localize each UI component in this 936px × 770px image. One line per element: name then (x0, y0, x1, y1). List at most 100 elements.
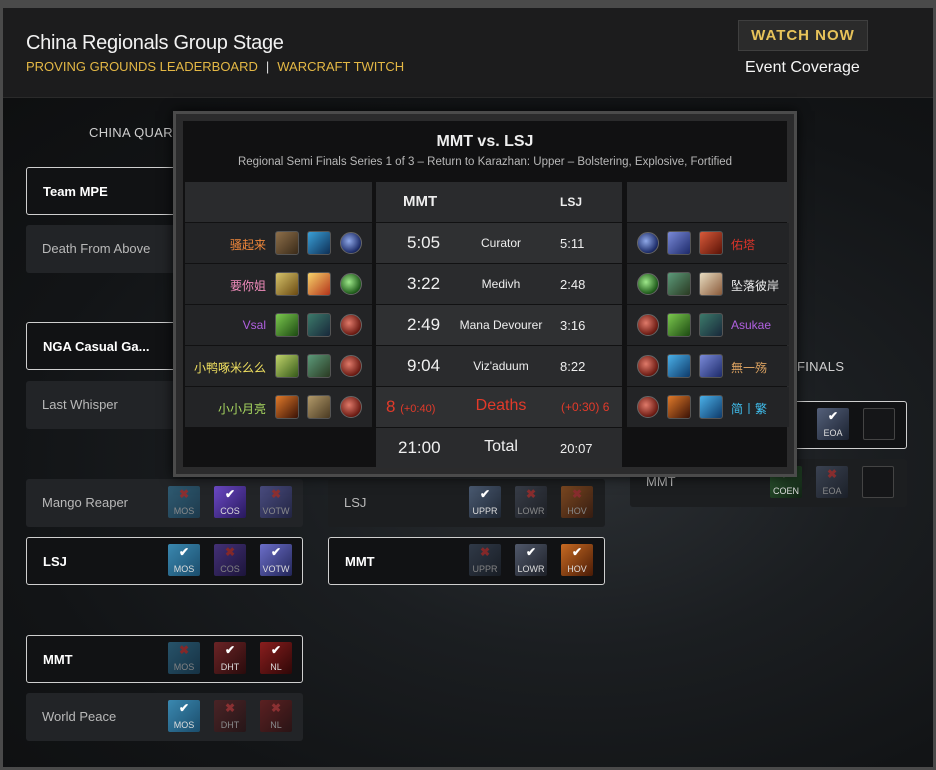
win-check-icon: ✔ (270, 643, 282, 657)
boss-row: 3:22 Medivh 2:48 (376, 264, 622, 304)
role-dps-icon (340, 355, 362, 377)
match-title: MMT vs. LSJ (436, 133, 534, 150)
roster-header (185, 182, 372, 222)
team-card[interactable]: LSJ ✔ MOS ✖ COS ✔ VOTW (26, 537, 303, 585)
spec-icon (275, 313, 299, 337)
team-card[interactable]: MMT ✖ UPPR ✔ LOWR ✔ HOV (328, 537, 605, 585)
win-check-icon: ✔ (827, 409, 839, 423)
spec-icon (275, 354, 299, 378)
team-name: Mango Reaper (42, 495, 128, 510)
team-name: MMT (345, 554, 375, 569)
loss-mark-icon: ✖ (479, 545, 491, 559)
dungeon-badge[interactable]: ✔ NL (260, 642, 292, 674)
dungeon-badge[interactable]: ✖ DHT (214, 700, 246, 732)
player-row[interactable]: Asukae (627, 305, 789, 345)
player-row[interactable]: 佑塔 (627, 223, 789, 263)
spec-icon (275, 231, 299, 255)
loss-mark-icon: ✖ (224, 545, 236, 559)
dungeon-badge[interactable]: ✖ EOA (816, 466, 848, 498)
player-row[interactable]: 小小月亮 (185, 387, 372, 427)
team-card[interactable]: MMT ✖ MOS ✔ DHT ✔ NL (26, 635, 303, 683)
team-name: World Peace (42, 709, 117, 724)
player-row[interactable]: 小鸭啄米么么 (185, 346, 372, 386)
empty-dungeon-slot (863, 408, 895, 440)
team-card[interactable]: World Peace ✔ MOS ✖ DHT ✖ NL (26, 693, 303, 741)
spec-icon (667, 272, 691, 296)
player-name: 小鸭啄米么么 (193, 361, 266, 375)
dungeon-badge[interactable]: ✖ NL (260, 700, 292, 732)
win-check-icon: ✔ (525, 545, 537, 559)
team-name: NGA Casual Ga... (43, 339, 150, 354)
role-dps-icon (637, 396, 659, 418)
loss-mark-icon: ✖ (270, 487, 282, 501)
dungeon-badge[interactable]: ✖ MOS (168, 642, 200, 674)
link-separator: | (265, 59, 270, 74)
deaths-row: 8 (+0:40) Deaths (+0:30) 6 (376, 387, 622, 427)
boss-row: 5:05 Curator 5:11 (376, 223, 622, 263)
dungeon-badge[interactable]: ✔ COS (214, 486, 246, 518)
dungeon-badge[interactable]: ✖ COS (214, 544, 246, 576)
player-row[interactable]: Vsal (185, 305, 372, 345)
player-name: 要你姐 (229, 279, 266, 293)
left-team-label: MMT (403, 193, 438, 210)
dungeon-badge[interactable]: ✔ MOS (168, 544, 200, 576)
player-row[interactable]: 要你姐 (185, 264, 372, 304)
team-card[interactable]: LSJ ✔ UPPR ✖ LOWR ✖ HOV (328, 479, 605, 527)
player-name: 佑塔 (731, 238, 756, 252)
dungeon-badge[interactable]: ✔ EOA (817, 408, 849, 440)
loss-mark-icon: ✖ (525, 487, 537, 501)
player-row[interactable]: 简丨繁 (627, 387, 789, 427)
spec-icon (275, 272, 299, 296)
team-name: Death From Above (42, 241, 151, 256)
dungeon-badge[interactable]: ✔ HOV (561, 544, 593, 576)
dungeon-badge[interactable]: ✖ VOTW (260, 486, 292, 518)
player-name: 坠落彼岸 (731, 279, 780, 293)
dungeon-badge[interactable]: ✔ LOWR (515, 544, 547, 576)
win-check-icon: ✔ (571, 545, 583, 559)
player-row[interactable]: 骚起来 (185, 223, 372, 263)
dungeon-badge[interactable]: ✖ HOV (561, 486, 593, 518)
player-row[interactable]: 無一殇 (627, 346, 789, 386)
quarterfinals-heading: CHINA QUART (89, 125, 181, 140)
dungeon-badge[interactable]: ✔ UPPR (469, 486, 501, 518)
finals-heading: FINALS (797, 359, 845, 374)
spec-icon (667, 395, 691, 419)
player-name: Vsal (242, 318, 266, 332)
team-card[interactable]: Mango Reaper ✖ MOS ✔ COS ✖ VOTW (26, 479, 303, 527)
event-coverage-link[interactable]: Event Coverage (745, 59, 860, 77)
loss-mark-icon: ✖ (178, 643, 190, 657)
watch-now-button[interactable]: WATCH NOW (738, 20, 868, 51)
page-title: China Regionals Group Stage (26, 32, 284, 54)
player-name: 简丨繁 (731, 402, 768, 416)
dungeon-badge[interactable]: ✖ LOWR (515, 486, 547, 518)
player-row[interactable]: 坠落彼岸 (627, 264, 789, 304)
role-healer-icon (340, 273, 362, 295)
role-dps-icon (637, 314, 659, 336)
win-check-icon: ✔ (178, 545, 190, 559)
role-healer-icon (637, 273, 659, 295)
team-name: LSJ (43, 554, 67, 569)
dungeon-badge[interactable]: ✔ VOTW (260, 544, 292, 576)
spec-icon (275, 395, 299, 419)
leaderboard-link[interactable]: PROVING GROUNDS LEADERBOARD (26, 59, 258, 74)
dungeon-badge[interactable]: ✔ MOS (168, 700, 200, 732)
win-check-icon: ✔ (270, 545, 282, 559)
team-name: MMT (43, 652, 73, 667)
twitch-link[interactable]: WARCRAFT TWITCH (277, 59, 404, 74)
role-dps-icon (340, 396, 362, 418)
total-row: 21:00 Total 20:07 (376, 428, 622, 468)
spec-icon (667, 231, 691, 255)
team-name: Last Whisper (42, 397, 118, 412)
boss-row: 2:49 Mana Devourer 3:16 (376, 305, 622, 345)
dungeon-badge[interactable]: ✖ MOS (168, 486, 200, 518)
spell-icon (307, 395, 331, 419)
dungeon-badge[interactable]: ✖ UPPR (469, 544, 501, 576)
dungeon-badge[interactable]: ✔ DHT (214, 642, 246, 674)
empty-dungeon-slot (862, 466, 894, 498)
player-name: 小小月亮 (217, 402, 266, 416)
player-name: 無一殇 (731, 361, 768, 375)
spell-icon (699, 231, 723, 255)
spell-icon (307, 272, 331, 296)
loss-mark-icon: ✖ (178, 487, 190, 501)
player-name: 骚起来 (229, 238, 266, 252)
